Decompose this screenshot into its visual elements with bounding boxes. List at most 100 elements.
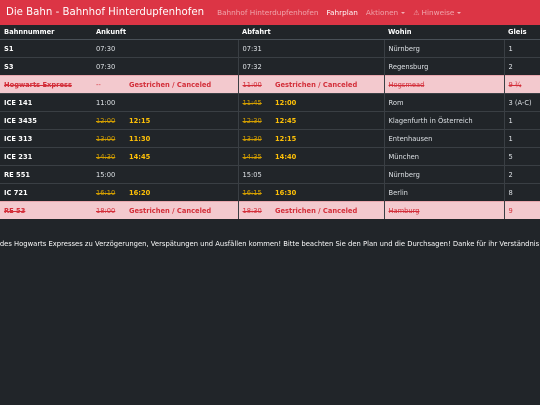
cell-ankunft-neu: 11:30 [125, 129, 239, 148]
cell-gleis: 1 [503, 129, 540, 148]
cell-bahnnummer: RE 53 [0, 201, 92, 219]
cell-wohin: Hamburg [383, 201, 505, 219]
table-row: S3 07:30 07:32 Regensburg 2 [0, 57, 540, 76]
cell-abfahrt: 07:31 [237, 39, 272, 58]
table-row: ICE 313 13:00 11:30 13:30 12:15 Entenhau… [0, 129, 540, 148]
cell-bahnnummer: RE 551 [0, 165, 92, 184]
cell-gleis: 5 [503, 147, 540, 166]
cell-abfahrt: 07:32 [237, 57, 272, 76]
cell-bahnnummer: ICE 231 [0, 147, 92, 166]
cell-abfahrt-neu: 12:00 [271, 93, 385, 112]
cell-bahnnummer: S3 [0, 57, 92, 76]
cell-abfahrt-neu: 14:40 [271, 147, 385, 166]
cell-ankunft: -- [92, 75, 125, 94]
cell-ankunft-neu: Gestrichen / Canceled [125, 201, 239, 219]
nav-dropdown-aktionen-label: Aktionen [365, 8, 399, 17]
table-row: ICE 3435 12:00 12:15 12:30 12:45 Klagenf… [0, 111, 540, 130]
cell-gleis: 9 ¾ [503, 75, 540, 94]
cell-abfahrt: 14:35 [237, 147, 272, 166]
cell-abfahrt: 11:45 [237, 93, 272, 112]
cell-gleis: 1 [503, 111, 540, 130]
cell-abfahrt-neu [271, 39, 385, 58]
cell-wohin: Berlin [383, 183, 505, 202]
cell-gleis: 3 (A-C) [503, 93, 540, 112]
cell-ankunft: 12:00 [92, 111, 125, 130]
news-ticker: t des Hogwarts Expresses zu Verzögerunge… [0, 240, 540, 248]
cell-gleis: 8 [503, 183, 540, 202]
cell-wohin: Nürnberg [383, 39, 505, 58]
cell-wohin: München [383, 147, 505, 166]
cell-ankunft: 07:30 [92, 39, 125, 58]
table-row-canceled: Hogwarts Express -- Gestrichen / Cancele… [0, 75, 540, 94]
cell-wohin: Regensburg [383, 57, 505, 76]
cell-abfahrt: 12:30 [237, 111, 272, 130]
table-header-row: Bahnnummer Ankunft Abfahrt Wohin Gleis [0, 25, 540, 40]
cell-abfahrt-neu: Gestrichen / Canceled [271, 75, 385, 94]
cell-bahnnummer: ICE 3435 [0, 111, 92, 130]
navbar: Die Bahn - Bahnhof Hinterdupfenhofen Bah… [0, 0, 540, 25]
cell-abfahrt: 15:05 [237, 165, 272, 184]
navbar-brand[interactable]: Die Bahn - Bahnhof Hinterdupfenhofen [6, 7, 204, 18]
cell-ankunft-neu [125, 93, 239, 112]
cell-wohin: Hogsmead [383, 75, 505, 94]
cell-gleis: 1 [503, 39, 540, 58]
cell-ankunft-neu: 14:45 [125, 147, 239, 166]
cell-abfahrt-neu: 12:15 [271, 129, 385, 148]
cell-gleis: 9 [503, 201, 540, 219]
header-wohin: Wohin [384, 25, 505, 40]
cell-bahnnummer: S1 [0, 39, 92, 58]
nav-link-bahnhof[interactable]: Bahnhof Hinterdupfenhofen [217, 8, 318, 17]
cell-ankunft: 13:00 [92, 129, 125, 148]
nav-dropdown-aktionen[interactable]: Aktionen [365, 8, 406, 17]
cell-gleis: 2 [503, 165, 540, 184]
cell-ankunft-neu: 16:20 [125, 183, 239, 202]
cell-abfahrt-neu: Gestrichen / Canceled [271, 201, 385, 219]
cell-ankunft-neu: Gestrichen / Canceled [125, 75, 239, 94]
table-row: ICE 231 14:30 14:45 14:35 14:40 München … [0, 147, 540, 166]
navbar-links: Bahnhof Hinterdupfenhofen Fahrplan Aktio… [217, 8, 469, 17]
cell-abfahrt: 11:00 [237, 75, 272, 94]
cell-abfahrt: 13:30 [237, 129, 272, 148]
cell-bahnnummer: ICE 313 [0, 129, 92, 148]
cell-ankunft: 16:10 [92, 183, 125, 202]
cell-abfahrt-neu [271, 57, 385, 76]
cell-ankunft-neu [125, 165, 239, 184]
table-row: RE 551 15:00 15:05 Nürnberg 2 [0, 165, 540, 184]
cell-abfahrt-neu: 16:30 [271, 183, 385, 202]
cell-ankunft: 11:00 [92, 93, 125, 112]
cell-ankunft-neu [125, 39, 239, 58]
cell-abfahrt-neu: 12:45 [271, 111, 385, 130]
header-gleis: Gleis [504, 25, 540, 40]
cell-bahnnummer: Hogwarts Express [0, 75, 92, 94]
cell-ankunft: 15:00 [92, 165, 125, 184]
cell-ankunft: 18:00 [92, 201, 125, 219]
table-row-canceled: RE 53 18:00 Gestrichen / Canceled 18:30 … [0, 201, 540, 219]
cell-ankunft-neu: 12:15 [125, 111, 239, 130]
cell-wohin: Entenhausen [383, 129, 505, 148]
cell-ankunft-neu [125, 57, 239, 76]
header-ankunft: Ankunft [92, 25, 239, 40]
cell-abfahrt: 18:30 [237, 201, 272, 219]
cell-abfahrt: 16:15 [237, 183, 272, 202]
cell-wohin: Nürnberg [383, 165, 505, 184]
cell-abfahrt-neu [271, 165, 385, 184]
cell-ankunft: 14:30 [92, 147, 125, 166]
nav-link-fahrplan[interactable]: Fahrplan [326, 8, 357, 17]
cell-gleis: 2 [503, 57, 540, 76]
nav-dropdown-hinweise[interactable]: ⚠ Hinweise [413, 8, 462, 17]
warning-icon: ⚠ [413, 9, 420, 17]
header-abfahrt: Abfahrt [238, 25, 385, 40]
nav-dropdown-hinweise-label: Hinweise [421, 8, 455, 17]
chevron-down-icon [457, 12, 462, 14]
schedule-table: Bahnnummer Ankunft Abfahrt Wohin Gleis S… [0, 25, 540, 219]
cell-wohin: Rom [383, 93, 505, 112]
table-row: ICE 141 11:00 11:45 12:00 Rom 3 (A-C) [0, 93, 540, 112]
table-row: IC 721 16:10 16:20 16:15 16:30 Berlin 8 [0, 183, 540, 202]
chevron-down-icon [401, 12, 406, 14]
cell-bahnnummer: IC 721 [0, 183, 92, 202]
cell-ankunft: 07:30 [92, 57, 125, 76]
header-bahnnummer: Bahnnummer [0, 25, 92, 40]
cell-bahnnummer: ICE 141 [0, 93, 92, 112]
table-row: S1 07:30 07:31 Nürnberg 1 [0, 39, 540, 58]
cell-wohin: Klagenfurth in Österreich [383, 111, 505, 130]
